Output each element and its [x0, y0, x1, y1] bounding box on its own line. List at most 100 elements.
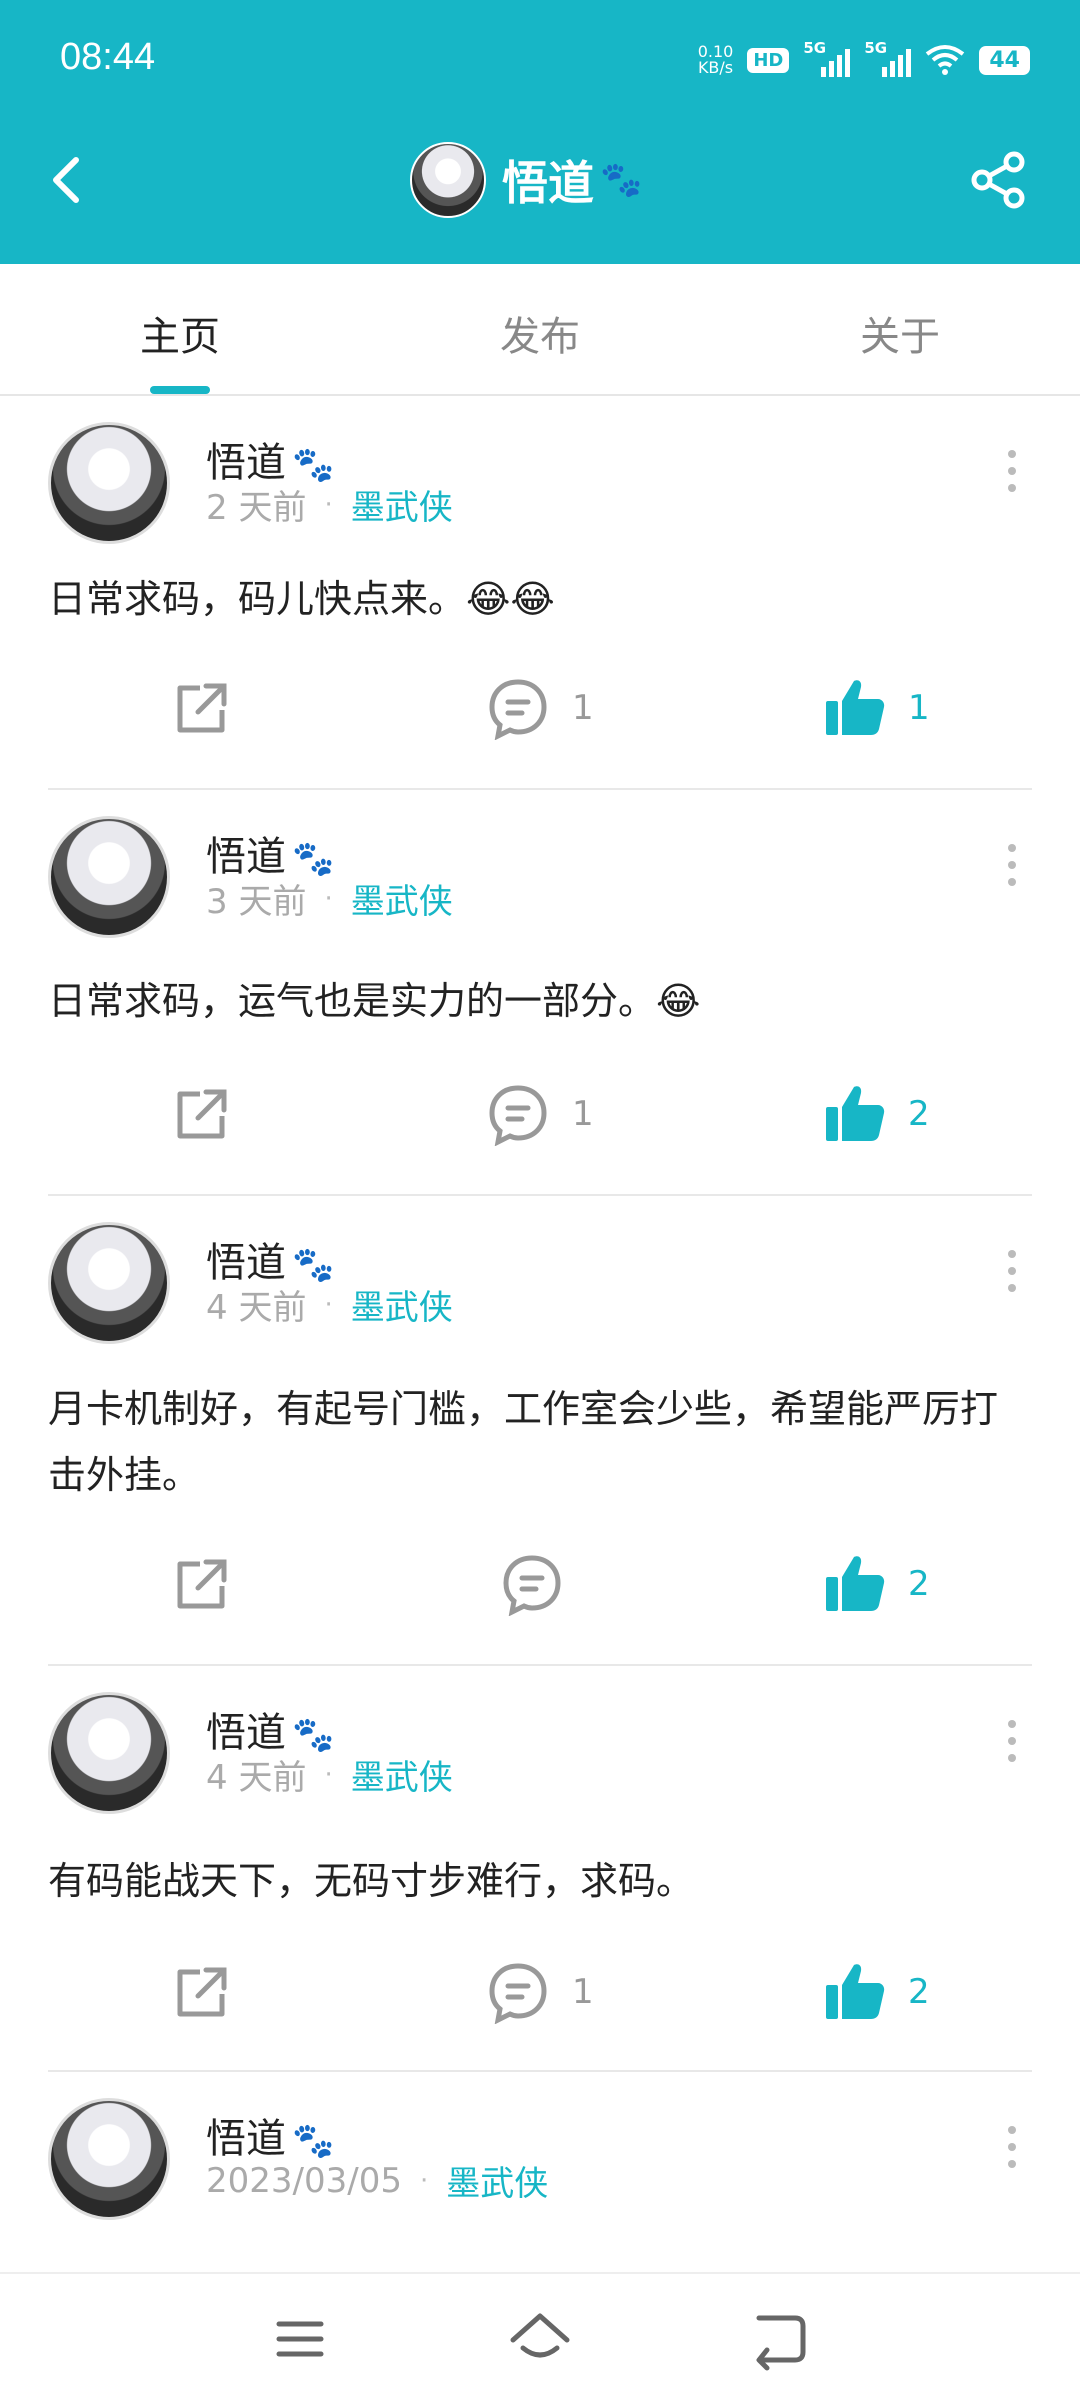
post-meta: 2023/03/05 · 墨武侠: [206, 2156, 548, 2205]
signal-icon-2: 5G: [864, 39, 912, 77]
post-actions: 1 2: [48, 1074, 1032, 1154]
share-out-icon: [177, 683, 227, 733]
separator-dot: ·: [419, 2165, 429, 2196]
net-speed: 0.10 KB/s: [698, 44, 734, 76]
share-button[interactable]: [966, 148, 1030, 212]
comment-icon: [489, 1085, 547, 1146]
app-header: 08:44 0.10 KB/s HD 5G 5G 44 悟道 🐾: [0, 0, 1080, 264]
sim2-label: 5G: [864, 39, 888, 57]
nav-row: 悟道 🐾: [0, 130, 1080, 230]
post-text[interactable]: 日常求码，运气也是实力的一部分。😂: [48, 968, 1032, 1034]
like-button[interactable]: 2: [824, 1952, 930, 2032]
comment-count: 1: [572, 1972, 594, 2012]
avatar[interactable]: [410, 142, 486, 218]
thumbs-up-icon: [826, 680, 885, 735]
game-tag[interactable]: 墨武侠: [351, 1280, 453, 1329]
comment-button[interactable]: 1: [486, 1952, 594, 2032]
comment-count: 1: [572, 688, 594, 728]
paw-icon: 🐾: [292, 839, 335, 879]
separator-dot: ·: [324, 489, 333, 520]
comment-icon: [489, 1963, 547, 2024]
comment-button[interactable]: [500, 1544, 564, 1624]
signal-icon: 5G: [803, 39, 851, 77]
like-count: 1: [908, 688, 930, 728]
more-icon[interactable]: [1000, 446, 1024, 496]
net-speed-unit: KB/s: [697, 58, 734, 77]
more-icon[interactable]: [1000, 2122, 1024, 2172]
sim1-label: 5G: [803, 39, 827, 57]
share-button[interactable]: [172, 1074, 232, 1154]
avatar[interactable]: [48, 1692, 170, 1814]
tab-home[interactable]: 主页: [0, 304, 360, 362]
comment-icon: [489, 679, 547, 740]
profile-title: 悟道 🐾: [410, 142, 642, 218]
post-item: 悟道 🐾 2 天前 · 墨武侠 日常求码，码儿快点来。😂😂 1 1: [48, 396, 1032, 790]
like-button[interactable]: 2: [824, 1074, 930, 1154]
game-tag[interactable]: 墨武侠: [446, 2156, 548, 2205]
game-tag[interactable]: 墨武侠: [351, 480, 453, 529]
like-count: 2: [908, 1564, 930, 1604]
post-actions: 2: [48, 1544, 1032, 1624]
post-text[interactable]: 有码能战天下，无码寸步难行，求码。: [48, 1848, 1032, 1914]
game-tag[interactable]: 墨武侠: [351, 1750, 453, 1799]
post-actions: 1 2: [48, 1952, 1032, 2032]
more-icon[interactable]: [1000, 1716, 1024, 1766]
like-button[interactable]: 2: [824, 1544, 930, 1624]
share-out-icon: [177, 1967, 227, 2017]
page-title: 悟道: [502, 156, 594, 210]
back-button[interactable]: [38, 150, 98, 210]
home-icon[interactable]: [505, 2304, 575, 2374]
like-button[interactable]: 1: [824, 668, 930, 748]
share-out-icon: [177, 1089, 227, 1139]
post-meta: 2 天前 · 墨武侠: [206, 480, 453, 529]
separator-dot: ·: [324, 883, 333, 914]
avatar[interactable]: [48, 816, 170, 938]
back-icon[interactable]: [745, 2304, 815, 2374]
post-item: 悟道 🐾 4 天前 · 墨武侠 月卡机制好，有起号门槛，工作室会少些，希望能严厉打…: [48, 1196, 1032, 1666]
post-time: 4 天前: [206, 1758, 307, 1798]
comment-button[interactable]: 1: [486, 668, 594, 748]
paw-icon: 🐾: [292, 1715, 335, 1755]
thumbs-up-icon: [826, 1556, 885, 1611]
post-item: 悟道 🐾 3 天前 · 墨武侠 日常求码，运气也是实力的一部分。😂 1 2: [48, 790, 1032, 1196]
system-nav-bar: [0, 2272, 1080, 2400]
share-button[interactable]: [172, 1952, 232, 2032]
thumbs-up-icon: [826, 1086, 885, 1141]
avatar[interactable]: [48, 1222, 170, 1344]
post-time: 3 天前: [206, 882, 307, 922]
more-icon[interactable]: [1000, 1246, 1024, 1296]
more-icon[interactable]: [1000, 840, 1024, 890]
post-item: 悟道 🐾 4 天前 · 墨武侠 有码能战天下，无码寸步难行，求码。 1 2: [48, 1666, 1032, 2072]
status-bar: 08:44 0.10 KB/s HD 5G 5G 44: [0, 0, 1080, 120]
tab-about[interactable]: 关于: [720, 304, 1080, 362]
comment-icon: [503, 1555, 561, 1616]
avatar[interactable]: [48, 422, 170, 544]
avatar[interactable]: [48, 2098, 170, 2220]
post-time: 4 天前: [206, 1288, 307, 1328]
like-count: 2: [908, 1094, 930, 1134]
post-actions: 1 1: [48, 668, 1032, 748]
battery-icon: 44: [979, 45, 1030, 75]
post-meta: 4 天前 · 墨武侠: [206, 1280, 453, 1329]
post-text[interactable]: 日常求码，码儿快点来。😂😂: [48, 566, 1032, 632]
post-item: 悟道 🐾 2023/03/05 · 墨武侠: [48, 2072, 1032, 2272]
tab-bar: 主页 发布 关于: [0, 264, 1080, 396]
post-time: 2 天前: [206, 488, 307, 528]
like-count: 2: [908, 1972, 930, 2012]
status-icons: 0.10 KB/s HD 5G 5G 44: [698, 32, 1030, 88]
share-button[interactable]: [172, 668, 232, 748]
paw-icon: 🐾: [292, 445, 335, 485]
comment-button[interactable]: 1: [486, 1074, 594, 1154]
comment-count: 1: [572, 1094, 594, 1134]
post-text[interactable]: 月卡机制好，有起号门槛，工作室会少些，希望能严厉打击外挂。: [48, 1376, 1032, 1508]
post-time: 2023/03/05: [206, 2160, 402, 2201]
game-tag[interactable]: 墨武侠: [351, 874, 453, 923]
tab-posts[interactable]: 发布: [360, 304, 720, 362]
status-time: 08:44: [60, 36, 156, 78]
share-button[interactable]: [172, 1544, 232, 1624]
share-out-icon: [177, 1559, 227, 1609]
menu-icon[interactable]: [265, 2304, 335, 2374]
hd-icon: HD: [747, 47, 790, 73]
paw-icon: 🐾: [600, 160, 643, 200]
separator-dot: ·: [324, 1289, 333, 1320]
